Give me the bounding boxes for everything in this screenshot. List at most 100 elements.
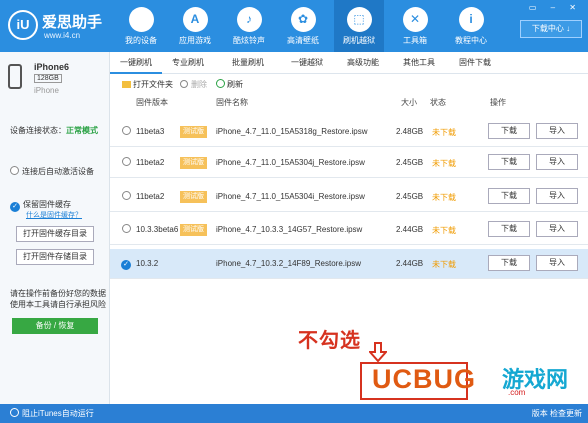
table-row[interactable]: 11beta2 测试版 iPhone_4.7_11.0_15A5304i_Res… xyxy=(110,182,588,212)
refresh-button[interactable]: 刷新 xyxy=(216,79,243,90)
down-arrow-icon xyxy=(369,342,387,362)
row-radio[interactable] xyxy=(122,224,134,234)
status-bar: 阻止iTunes自动运行 版本 检查更新 xyxy=(0,404,588,423)
row-radio[interactable] xyxy=(122,191,134,201)
device-name: iPhone6 xyxy=(34,62,70,72)
app-url: www.i4.cn xyxy=(44,31,81,40)
nav-tutorials[interactable]: i 教程中心 xyxy=(446,0,496,52)
device-capacity: 128GB xyxy=(34,74,62,83)
keep-firmware-label: 保留固件缓存 xyxy=(23,200,71,209)
download-button[interactable]: 下载 xyxy=(488,123,530,139)
logo-mark-icon: iU xyxy=(8,10,38,40)
open-cache-dir-button[interactable]: 打开固件缓存目录 xyxy=(16,226,94,242)
download-center-button[interactable]: 下载中心 ↓ xyxy=(520,20,582,38)
open-folder-button[interactable]: 打开文件夹 xyxy=(122,79,173,90)
firmware-version: 10.3.3beta6 xyxy=(136,225,179,234)
backup-restore-button[interactable]: 备份 / 恢复 xyxy=(12,318,98,334)
block-itunes-option[interactable]: 阻止iTunes自动运行 xyxy=(10,408,94,419)
beta-badge: 测试版 xyxy=(180,157,207,169)
version-check-update[interactable]: 版本 检查更新 xyxy=(532,408,582,419)
block-itunes-label: 阻止iTunes自动运行 xyxy=(22,409,94,418)
sidebar: iPhone6 128GB iPhone 设备连接状态：正常模式 连接后自动激活… xyxy=(0,52,110,404)
apple-icon xyxy=(128,7,154,32)
firmware-name: iPhone_4.7_10.3.2_14F89_Restore.ipsw xyxy=(216,259,361,268)
table-row[interactable]: 11beta2 测试版 iPhone_4.7_11.0_15A5304j_Res… xyxy=(110,148,588,178)
firmware-size: 2.48GB xyxy=(396,127,424,136)
tab-one-click-flash[interactable]: 一键刷机 xyxy=(110,52,162,74)
firmware-status: 未下载 xyxy=(432,260,456,269)
app-logo: iU 爱思助手 www.i4.cn xyxy=(8,8,110,44)
firmware-version: 11beta2 xyxy=(136,158,165,167)
checkbox-checked-icon: ✓ xyxy=(121,260,131,270)
beta-badge: 测试版 xyxy=(180,191,207,203)
connection-status: 设备连接状态：正常模式 xyxy=(10,125,98,136)
bell-icon: ♪ xyxy=(236,7,262,32)
table-row[interactable]: 10.3.3beta6 测试版 iPhone_4.7_10.3.3_14G57_… xyxy=(110,215,588,245)
column-name: 固件名称 xyxy=(216,98,248,107)
row-radio[interactable] xyxy=(122,126,134,136)
phone-icon xyxy=(8,64,22,89)
import-button[interactable]: 导入 xyxy=(536,221,578,237)
device-model: iPhone xyxy=(34,86,59,95)
tab-other-tools[interactable]: 其他工具 xyxy=(397,52,441,74)
nav-my-device[interactable]: 我的设备 xyxy=(116,0,166,52)
delete-button[interactable]: 删除 xyxy=(180,79,207,90)
nav-ringtones[interactable]: ♪ 酷炫铃声 xyxy=(224,0,274,52)
tab-pro-flash[interactable]: 专业刷机 xyxy=(166,52,210,74)
download-button[interactable]: 下载 xyxy=(488,188,530,204)
nav-flash-jailbreak[interactable]: ⬚ 刷机越狱 xyxy=(334,0,384,52)
firmware-size: 2.44GB xyxy=(396,225,424,234)
flower-icon: ✿ xyxy=(290,7,316,32)
download-button[interactable]: 下载 xyxy=(488,255,530,271)
firmware-name: iPhone_4.7_10.3.3_14G57_Restore.ipsw xyxy=(216,225,363,234)
tab-firmware-download[interactable]: 固件下载 xyxy=(453,52,497,74)
import-button[interactable]: 导入 xyxy=(536,255,578,271)
download-button[interactable]: 下载 xyxy=(488,221,530,237)
auto-activate-label: 连接后自动激活设备 xyxy=(22,167,94,176)
nav-label: 我的设备 xyxy=(125,36,157,45)
table-header: 固件版本 固件名称 大小 状态 操作 xyxy=(110,95,588,110)
what-is-cache-link[interactable]: 什么是固件缓存？ xyxy=(26,210,82,220)
nav-wallpapers[interactable]: ✿ 高清壁纸 xyxy=(278,0,328,52)
tab-advanced[interactable]: 高级功能 xyxy=(341,52,385,74)
tab-one-click-jailbreak[interactable]: 一键越狱 xyxy=(285,52,329,74)
row-radio[interactable]: ✓ xyxy=(121,258,134,270)
nav-apps[interactable]: A 应用游戏 xyxy=(170,0,220,52)
beta-badge: 测试版 xyxy=(180,224,207,236)
radio-icon[interactable] xyxy=(10,408,19,417)
window-controls[interactable]: ▭ – ✕ xyxy=(529,3,582,12)
delete-icon xyxy=(180,80,188,88)
tools-icon: ✕ xyxy=(402,7,428,32)
column-action: 操作 xyxy=(490,98,506,107)
tab-batch-flash[interactable]: 批量刷机 xyxy=(226,52,270,74)
app-store-icon: A xyxy=(182,7,208,32)
firmware-version: 11beta2 xyxy=(136,192,165,201)
annotation-text: 不勾选 xyxy=(298,330,361,352)
row-radio[interactable] xyxy=(122,157,134,167)
watermark-url: .com xyxy=(508,388,526,397)
dropbox-icon: ⬚ xyxy=(346,7,372,32)
nav-label: 工具箱 xyxy=(403,36,427,45)
connection-label: 设备连接状态： xyxy=(10,126,66,135)
watermark-latin: UCBUG xyxy=(372,364,476,394)
download-button[interactable]: 下载 xyxy=(488,154,530,170)
checkbox-checked-icon[interactable]: ✓ xyxy=(10,202,20,212)
nav-label: 应用游戏 xyxy=(179,36,211,45)
connection-value: 正常模式 xyxy=(66,126,98,135)
import-button[interactable]: 导入 xyxy=(536,123,578,139)
import-button[interactable]: 导入 xyxy=(536,188,578,204)
open-store-dir-button[interactable]: 打开固件存储目录 xyxy=(16,249,94,265)
import-button[interactable]: 导入 xyxy=(536,154,578,170)
nav-label: 高清壁纸 xyxy=(287,36,319,45)
nav-toolbox[interactable]: ✕ 工具箱 xyxy=(390,0,440,52)
warning-line-2: 使用本工具请自行承担风险 xyxy=(10,300,106,309)
auto-activate-option[interactable]: 连接后自动激活设备 xyxy=(10,166,94,177)
firmware-status: 未下载 xyxy=(432,193,456,202)
folder-icon xyxy=(122,81,131,88)
radio-icon[interactable] xyxy=(10,166,19,175)
table-row[interactable]: ✓ 10.3.2 iPhone_4.7_10.3.2_14F89_Restore… xyxy=(110,249,588,279)
nav-label: 刷机越狱 xyxy=(343,36,375,45)
table-row[interactable]: 11beta3 测试版 iPhone_4.7_11.0_15A5318g_Res… xyxy=(110,117,588,147)
firmware-status: 未下载 xyxy=(432,159,456,168)
tab-bar: 一键刷机 专业刷机 批量刷机 一键越狱 高级功能 其他工具 固件下载 xyxy=(110,52,588,74)
